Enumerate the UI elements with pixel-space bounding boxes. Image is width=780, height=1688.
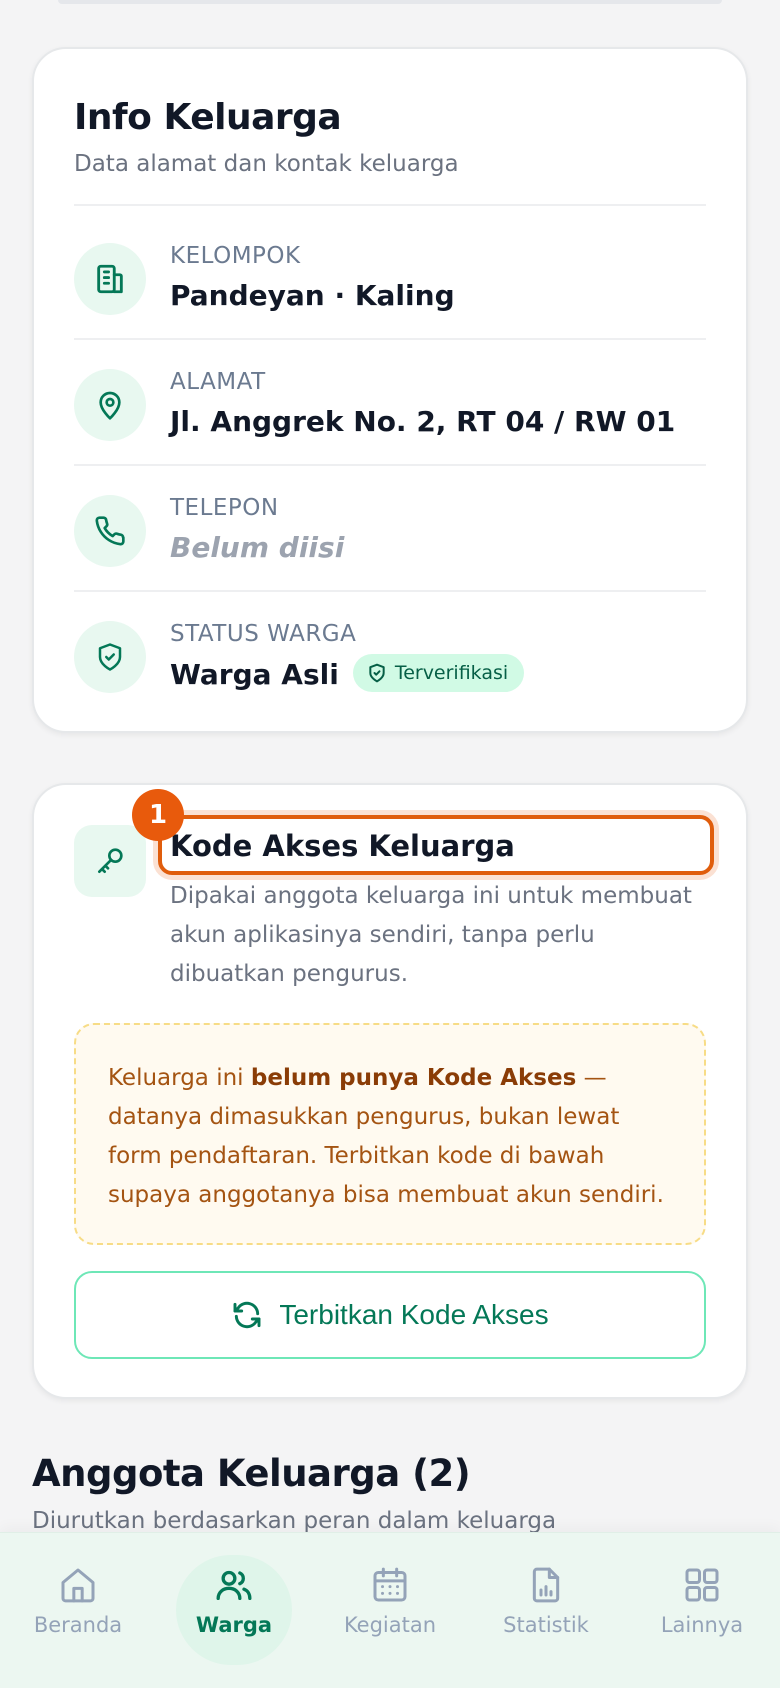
kode-akses-card: Kode Akses Keluarga 1 Dipakai anggota ke…	[32, 783, 748, 1399]
nav-label: Statistik	[503, 1613, 589, 1637]
notice-prefix: Keluarga ini	[108, 1065, 251, 1091]
verified-badge: Terverifikasi	[352, 654, 525, 692]
kode-akses-description: Dipakai anggota keluarga ini untuk membu…	[170, 883, 692, 987]
row-label: KELOMPOK	[170, 243, 301, 269]
row-value-status: Warga Asli Terverifikasi	[170, 654, 525, 695]
grid-icon	[685, 1568, 719, 1602]
row-label: TELEPON	[170, 495, 279, 521]
divider	[74, 338, 706, 340]
divider	[74, 204, 706, 206]
nav-label: Beranda	[33, 1613, 123, 1637]
shield-check-icon	[74, 621, 146, 693]
members-title: Anggota Keluarga (2)	[32, 1452, 471, 1495]
step-marker: 1	[132, 789, 184, 841]
issue-code-button[interactable]: Terbitkan Kode Akses	[74, 1271, 706, 1359]
nav-label: Kegiatan	[343, 1613, 437, 1637]
nav-lainnya[interactable]: Lainnya	[642, 1555, 762, 1665]
info-keluarga-card: Info Keluarga Data alamat dan kontak kel…	[32, 47, 748, 733]
shield-check-icon	[369, 663, 385, 683]
row-label: ALAMAT	[170, 369, 266, 395]
home-icon	[61, 1568, 95, 1603]
row-alamat: ALAMAT Jl. Anggrek No. 2, RT 04 / RW 01	[74, 369, 706, 489]
row-status-warga: STATUS WARGA Warga Asli Terverifikasi	[74, 621, 706, 741]
row-label: STATUS WARGA	[170, 621, 357, 647]
members-subtitle: Diurutkan berdasarkan peran dalam keluar…	[32, 1508, 557, 1534]
nav-statistik[interactable]: Statistik	[486, 1555, 606, 1665]
building-icon	[74, 243, 146, 315]
notice-bold: belum punya Kode Akses	[250, 1065, 577, 1091]
users-icon	[216, 1570, 252, 1600]
previous-card-edge	[58, 0, 722, 4]
nav-beranda[interactable]: Beranda	[18, 1555, 138, 1665]
kode-akses-title: Kode Akses Keluarga	[170, 829, 515, 863]
row-value: Pandeyan · Kaling	[170, 279, 455, 312]
divider	[74, 590, 706, 592]
calendar-icon	[373, 1567, 407, 1602]
row-value: Jl. Anggrek No. 2, RT 04 / RW 01	[170, 405, 676, 438]
info-title: Info Keluarga	[74, 97, 342, 138]
nav-label: Warga	[195, 1613, 273, 1637]
key-icon	[74, 825, 146, 897]
badge-label: Terverifikasi	[394, 662, 509, 684]
phone-icon	[74, 495, 146, 567]
notice-box: Keluarga ini belum punya Kode Akses — da…	[74, 1023, 706, 1245]
nav-kegiatan[interactable]: Kegiatan	[330, 1555, 450, 1665]
row-telepon[interactable]: TELEPON Belum diisi	[74, 495, 706, 615]
row-value-empty: Belum diisi	[170, 531, 345, 564]
nav-warga[interactable]: Warga	[176, 1555, 292, 1665]
map-pin-icon	[74, 369, 146, 441]
nav-label: Lainnya	[660, 1613, 744, 1637]
chart-file-icon	[532, 1567, 560, 1603]
divider	[74, 464, 706, 466]
row-kelompok: KELOMPOK Pandeyan · Kaling	[74, 243, 706, 363]
info-subtitle: Data alamat dan kontak keluarga	[74, 151, 459, 177]
status-value: Warga Asli	[170, 658, 339, 691]
issue-code-label: Terbitkan Kode Akses	[279, 1299, 549, 1330]
refresh-icon	[233, 1301, 261, 1329]
bottom-nav: Beranda Warga Kegiatan Statistik Lainnya	[0, 1532, 780, 1688]
